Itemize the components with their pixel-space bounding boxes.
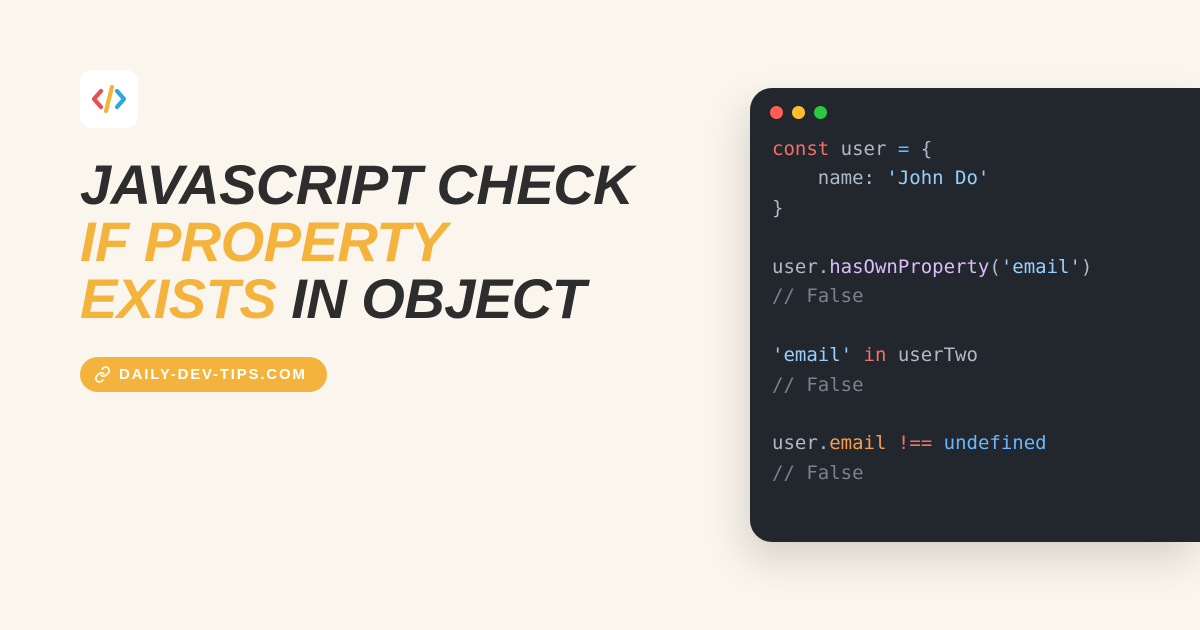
page-title: JAVASCRIPT CHECK IF PROPERTY EXISTS IN O…	[80, 156, 640, 327]
code-line: user.email !== undefined	[772, 429, 1200, 458]
close-icon	[770, 106, 783, 119]
link-icon	[94, 366, 111, 383]
code-line	[772, 400, 1200, 429]
window-traffic-lights	[750, 88, 1200, 129]
code-line: // False	[772, 459, 1200, 488]
minimize-icon	[792, 106, 805, 119]
title-part-1: JAVASCRIPT CHECK	[80, 153, 633, 216]
code-block: const user = { name: 'John Do'} user.has…	[750, 129, 1200, 488]
maximize-icon	[814, 106, 827, 119]
title-part-3: IN OBJECT	[276, 267, 585, 330]
code-line: user.hasOwnProperty('email')	[772, 253, 1200, 282]
code-line: name: 'John Do'	[772, 164, 1200, 193]
site-link-pill[interactable]: DAILY-DEV-TIPS.COM	[80, 357, 327, 392]
code-slash-icon	[90, 80, 128, 118]
code-line: 'email' in userTwo	[772, 341, 1200, 370]
site-link-label: DAILY-DEV-TIPS.COM	[119, 366, 307, 383]
code-line: }	[772, 194, 1200, 223]
code-line: const user = {	[772, 135, 1200, 164]
site-logo	[80, 70, 138, 128]
code-window: const user = { name: 'John Do'} user.has…	[750, 88, 1200, 542]
code-line: // False	[772, 282, 1200, 311]
code-line	[772, 312, 1200, 341]
code-line: // False	[772, 371, 1200, 400]
code-line	[772, 223, 1200, 252]
